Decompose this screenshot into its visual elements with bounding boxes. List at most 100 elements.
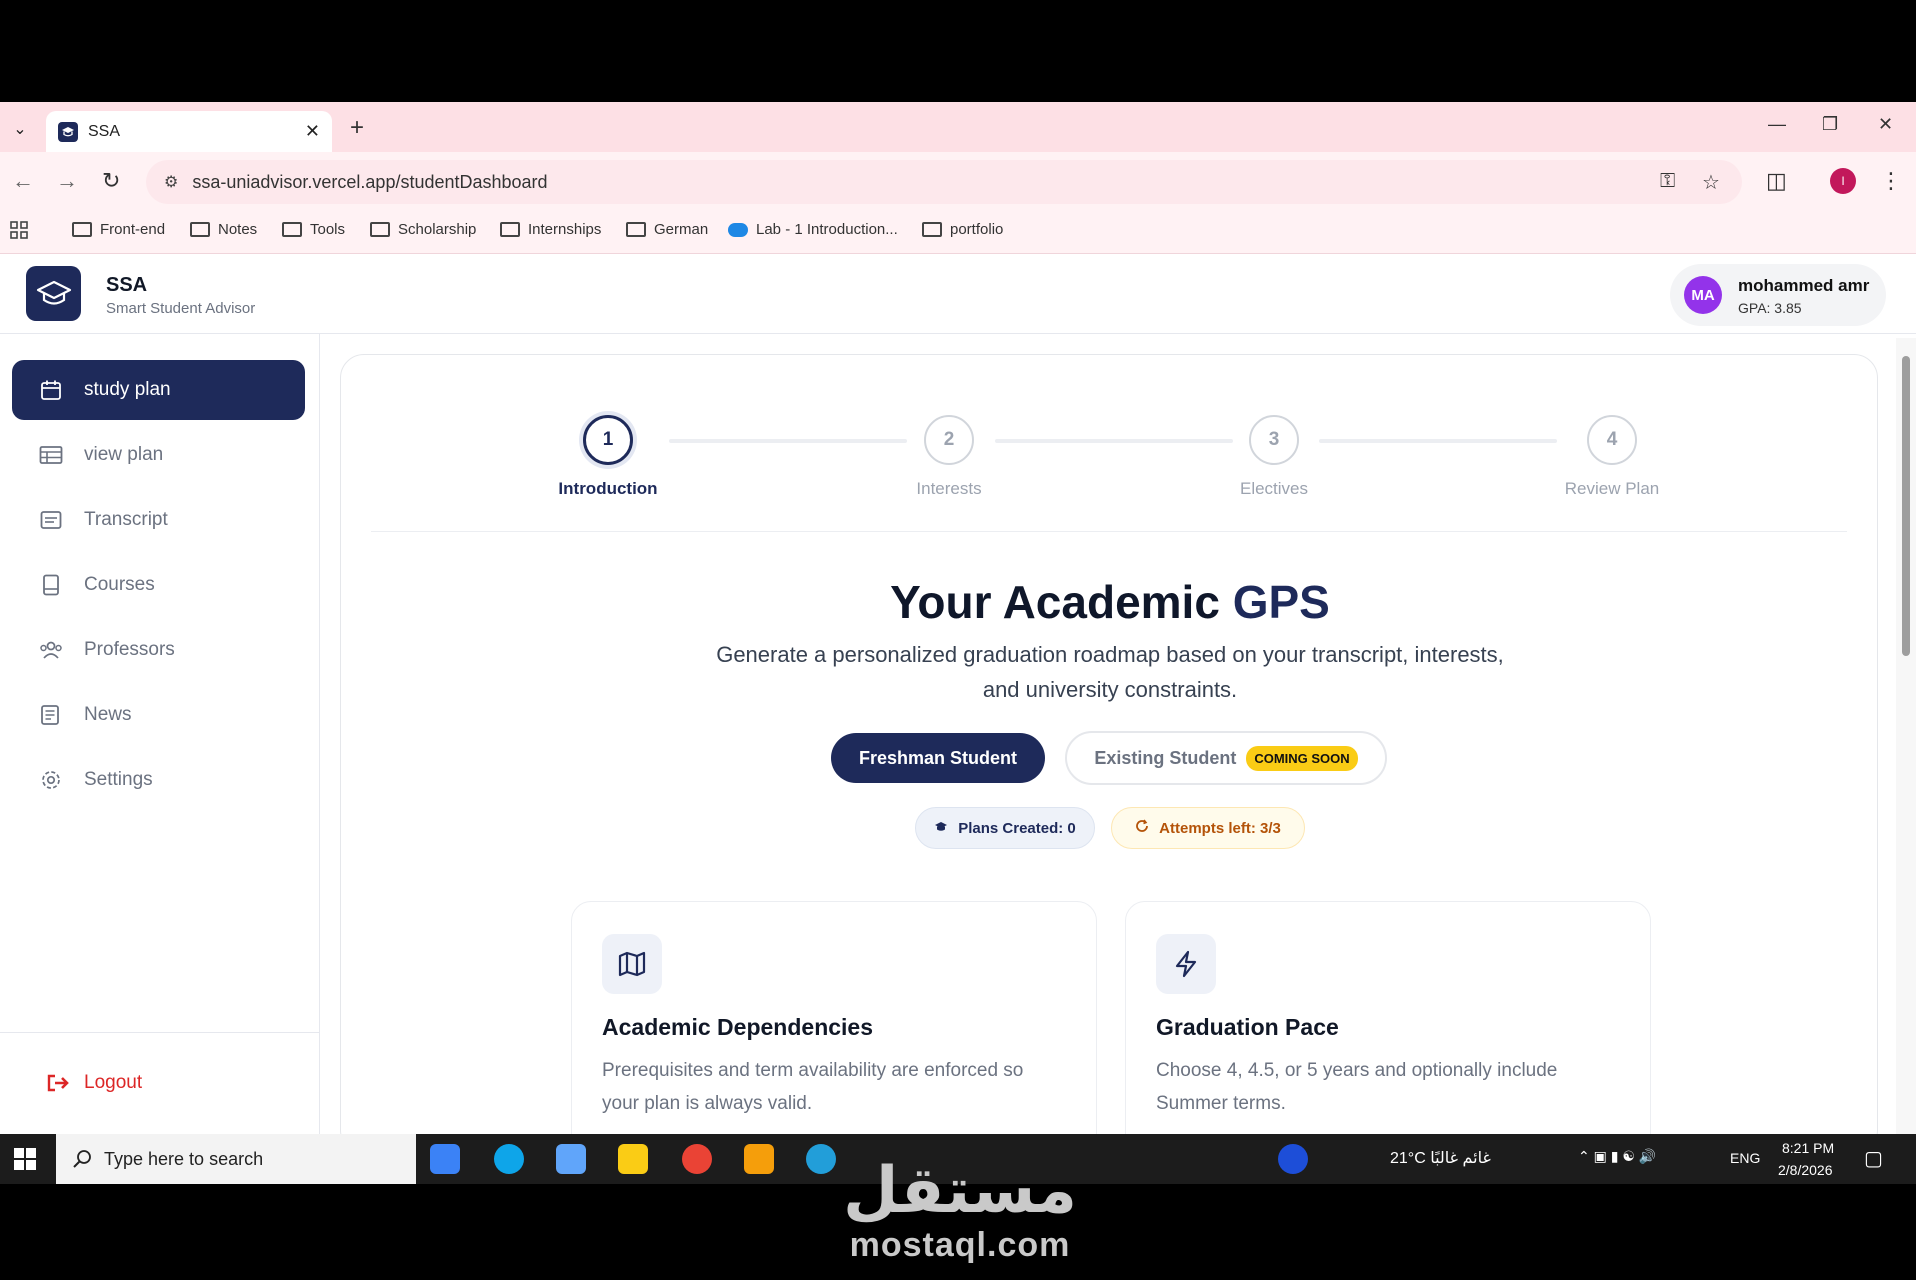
step-2-circle[interactable]: 2 [924, 415, 974, 465]
logout-label: Logout [84, 1072, 143, 1093]
freshman-student-button[interactable]: Freshman Student [831, 733, 1045, 783]
extensions-icon[interactable]: ◫ [1766, 168, 1787, 194]
step-connector [669, 439, 907, 443]
brand-title: SSA [106, 274, 148, 296]
sidebar-item-transcript[interactable]: Transcript [12, 490, 305, 550]
restore-icon[interactable]: ❐ [1822, 114, 1838, 135]
title-accent: GPS [1232, 576, 1330, 628]
minimize-icon[interactable]: — [1768, 114, 1786, 135]
browser-tabstrip: ⌄ SSA ✕ + — ❐ ✕ [0, 102, 1916, 152]
search-placeholder: Type here to search [104, 1148, 264, 1169]
step-connector [1319, 439, 1557, 443]
sidebar-item-professors[interactable]: Professors [12, 620, 305, 680]
feature-card-graduation-pace: Graduation Pace Choose 4, 4.5, or 5 year… [1125, 901, 1651, 1134]
telegram-icon[interactable] [806, 1144, 836, 1174]
browser-tab[interactable]: SSA ✕ [46, 111, 332, 152]
close-window-icon[interactable]: ✕ [1878, 114, 1893, 135]
watermark-arabic: مستقل [842, 1154, 1078, 1228]
existing-student-button[interactable]: Existing Student COMING SOON [1065, 731, 1387, 785]
step-1-circle[interactable]: 1 [583, 415, 633, 465]
sidebar-item-label: Courses [84, 574, 155, 595]
stepper: 1 2 3 4 Introduction Interests Electives… [341, 355, 1879, 535]
taskbar-search-input[interactable]: Type here to search [56, 1134, 416, 1184]
salesforce-icon [728, 222, 748, 237]
bookmark-tools[interactable]: Tools [282, 221, 345, 238]
gear-icon [38, 769, 64, 791]
folder-icon [190, 222, 210, 237]
folder-icon [922, 222, 942, 237]
notifications-icon[interactable]: ▢ [1864, 1146, 1883, 1171]
sidebar-item-settings[interactable]: Settings [12, 750, 305, 810]
sidebar-item-view-plan[interactable]: view plan [12, 425, 305, 485]
file-explorer-icon[interactable] [744, 1144, 774, 1174]
graduation-cap-icon [58, 121, 78, 142]
feature-card-academic-dependencies: Academic Dependencies Prerequisites and … [571, 901, 1097, 1134]
user-gpa: GPA: 3.85 [1738, 300, 1802, 316]
sidebar-item-label: study plan [84, 379, 171, 400]
sidebar-item-courses[interactable]: Courses [12, 555, 305, 615]
sidebar-divider [0, 1032, 320, 1033]
apps-grid-icon[interactable] [10, 221, 28, 239]
tab-title: SSA [88, 122, 121, 140]
chrome-icon[interactable] [682, 1144, 712, 1174]
bookmark-notes[interactable]: Notes [190, 221, 257, 238]
sidebar-item-label: Transcript [84, 509, 168, 530]
language-indicator[interactable]: ENG [1730, 1150, 1760, 1166]
bookmarks-bar: Front-end Notes Tools Scholarship Intern… [0, 212, 1916, 254]
sidebar-item-label: News [84, 704, 132, 725]
sidebar-item-label: Settings [84, 769, 153, 790]
folder-icon [626, 222, 646, 237]
site-settings-icon[interactable]: ⚙ [164, 172, 178, 192]
url-text: ssa-uniadvisor.vercel.app/studentDashboa… [192, 171, 548, 192]
step-4-circle[interactable]: 4 [1587, 415, 1637, 465]
sidebar-item-news[interactable]: News [12, 685, 305, 745]
system-tray-icons[interactable]: ⌃ ▣ ▮ ☯ 🔊 [1578, 1148, 1656, 1165]
bookmark-portfolio[interactable]: portfolio [922, 221, 1003, 238]
laptop-icon[interactable] [556, 1144, 586, 1174]
tab-search-icon[interactable]: ⌄ [6, 116, 34, 142]
bookmark-scholarship[interactable]: Scholarship [370, 221, 476, 238]
folder-icon [282, 222, 302, 237]
task-view-icon[interactable] [430, 1144, 460, 1174]
edge-icon[interactable] [494, 1144, 524, 1174]
close-tab-icon[interactable]: ✕ [305, 121, 320, 142]
help-icon[interactable] [1278, 1144, 1308, 1174]
back-icon[interactable]: ← [12, 168, 34, 194]
page-subtitle: Generate a personalized graduation roadm… [716, 642, 1504, 702]
bookmark-german[interactable]: German [626, 221, 708, 238]
users-icon [38, 640, 64, 660]
clock-time[interactable]: 8:21 PM [1782, 1140, 1834, 1156]
new-tab-icon[interactable]: + [350, 114, 364, 142]
page-scrollbar[interactable] [1896, 338, 1916, 1134]
avatar: MA [1684, 276, 1722, 314]
address-bar[interactable]: ⚙ ssa-uniadvisor.vercel.app/studentDashb… [146, 160, 1742, 204]
bookmark-front-end[interactable]: Front-end [72, 221, 165, 238]
folder-icon [72, 222, 92, 237]
clock-date[interactable]: 2/8/2026 [1778, 1162, 1833, 1178]
calendar-icon [38, 379, 64, 401]
reload-icon[interactable]: ↻ [102, 168, 120, 194]
page-title: Your Academic GPS [341, 575, 1879, 629]
browser-menu-icon[interactable]: ⋮ [1880, 168, 1902, 194]
user-profile-chip[interactable]: MA mohammed amr GPA: 3.85 [1670, 264, 1886, 326]
sidebar-item-study-plan[interactable]: study plan [12, 360, 305, 420]
sidebar-item-label: view plan [84, 444, 164, 465]
step-3-circle[interactable]: 3 [1249, 415, 1299, 465]
step-1-label: Introduction [558, 479, 658, 498]
profile-avatar[interactable]: I [1830, 168, 1856, 194]
existing-student-label: Existing Student [1094, 747, 1237, 768]
sticky-notes-icon[interactable] [618, 1144, 648, 1174]
attempts-left-text: Attempts left: 3/3 [1159, 819, 1281, 837]
bookmark-internships[interactable]: Internships [500, 221, 601, 238]
password-key-icon[interactable]: ⚿ [1660, 170, 1675, 193]
scrollbar-thumb[interactable] [1902, 356, 1910, 656]
bookmark-star-icon[interactable]: ☆ [1702, 170, 1720, 195]
watermark-latin: mostaql.com [849, 1226, 1071, 1264]
bookmark-lab[interactable]: Lab - 1 Introduction... [728, 221, 898, 238]
logout-button[interactable]: Logout [46, 1072, 142, 1094]
weather-widget[interactable]: 21°C غائم غالبًا [1390, 1148, 1491, 1168]
sidebar-item-label: Professors [84, 639, 175, 660]
windows-start-icon[interactable] [14, 1148, 36, 1170]
forward-icon[interactable]: → [56, 168, 78, 194]
watermark: مستقل mostaql.com [840, 1156, 1080, 1265]
